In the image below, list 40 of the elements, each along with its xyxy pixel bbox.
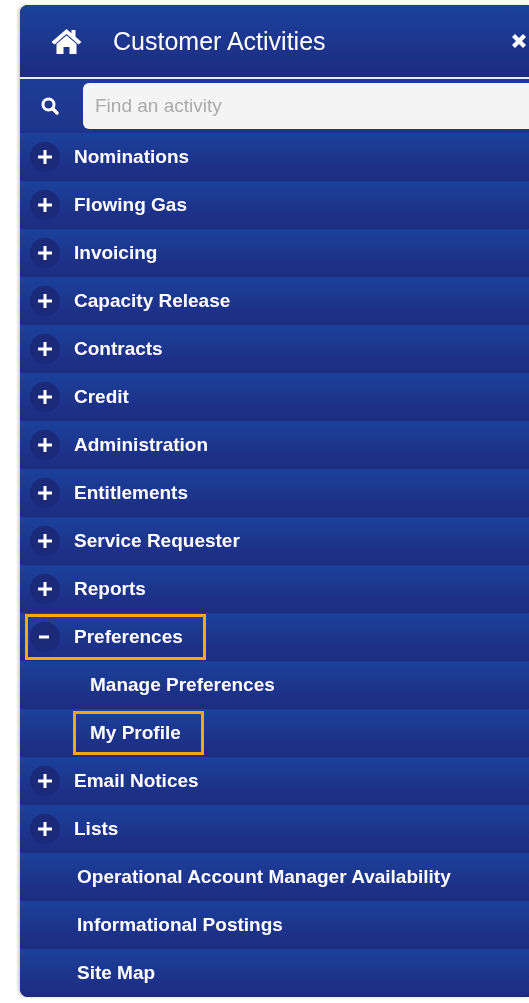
menu-label: Operational Account Manager Availability	[77, 866, 451, 888]
menu-label: Flowing Gas	[74, 194, 187, 216]
menu-label: Nominations	[74, 146, 190, 168]
menu-row[interactable]: Preferences	[20, 613, 529, 661]
menu-row[interactable]: Contracts	[20, 325, 529, 373]
menu-row[interactable]: Credit	[20, 373, 529, 421]
menu-row[interactable]: Site Map	[20, 949, 529, 997]
menu-label: Entitlements	[74, 482, 189, 504]
menu-row[interactable]: Flowing Gas	[20, 181, 529, 229]
menu-row[interactable]: Nominations	[20, 133, 529, 181]
menu-row[interactable]: Email Notices	[20, 757, 529, 805]
menu-label: Email Notices	[74, 770, 199, 792]
menu-label: Preferences	[74, 626, 183, 648]
search-field[interactable]: Find an activity	[83, 83, 529, 129]
menu-label: Informational Postings	[77, 914, 283, 936]
menu-label: Contracts	[74, 338, 163, 360]
home-icon[interactable]	[50, 27, 83, 55]
menu-row[interactable]: Capacity Release	[20, 277, 529, 325]
menu-label: Administration	[74, 434, 209, 456]
menu-label: Capacity Release	[74, 290, 231, 312]
menu-row[interactable]: Lists	[20, 805, 529, 853]
menu-row[interactable]: My Profile	[20, 709, 529, 757]
menu-label: My Profile	[90, 722, 181, 744]
menu-label: Reports	[74, 578, 146, 600]
menu-row[interactable]: Entitlements	[20, 469, 529, 517]
menu-row[interactable]: Informational Postings	[20, 901, 529, 949]
panel-title: Customer Activities	[113, 26, 327, 56]
menu-label: Lists	[74, 818, 119, 840]
search-icon	[40, 96, 60, 116]
menu-label: Site Map	[77, 962, 156, 984]
menu-label: Credit	[74, 386, 129, 408]
menu-label: Service Requester	[74, 530, 240, 552]
menu-label: Manage Preferences	[90, 674, 275, 696]
menu-row[interactable]: Operational Account Manager Availability	[20, 853, 529, 901]
menu-label: Invoicing	[74, 242, 158, 264]
menu-row[interactable]: Reports	[20, 565, 529, 613]
menu-row[interactable]: Invoicing	[20, 229, 529, 277]
menu-row[interactable]: Manage Preferences	[20, 661, 529, 709]
menu-row[interactable]: Administration	[20, 421, 529, 469]
menu-row[interactable]: Service Requester	[20, 517, 529, 565]
